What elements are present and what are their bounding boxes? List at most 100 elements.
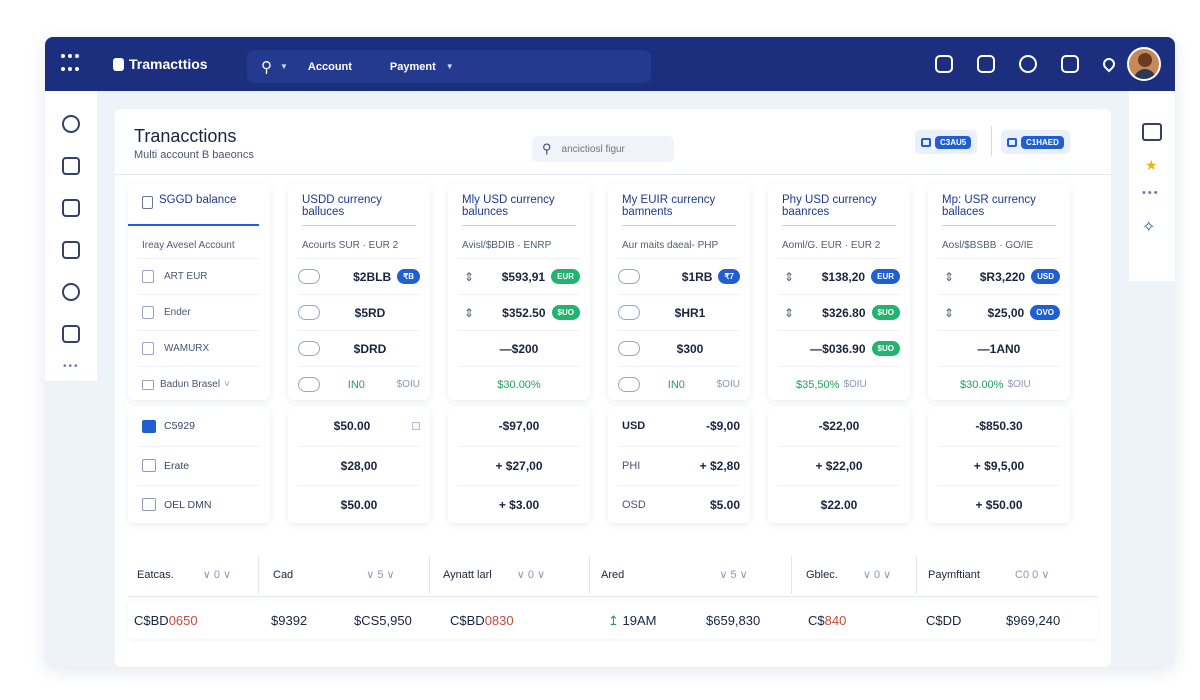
chart-icon[interactable] [62,199,80,217]
list-item[interactable]: $DRD [298,330,420,366]
balance-column[interactable]: Mp: USR currency ballaces Aosl/$BSBB · G… [928,184,1070,400]
list-item[interactable]: IN0 $OIU [298,366,420,402]
camera-icon[interactable] [62,241,80,259]
table-row[interactable]: C$BD0650 $9392 $CS5,950 C$BD0830 ↥ 19AM … [128,601,1098,639]
currency-chip[interactable]: $UO [871,305,900,320]
list-item[interactable]: + $3.00 [458,485,580,523]
balance-column[interactable]: Phy USD currency baanrces Aoml/G. EUR · … [768,184,910,400]
list-item[interactable]: —$200 [458,330,580,366]
currency-chip[interactable]: ₹B [397,269,420,284]
lock-icon[interactable] [977,55,995,73]
list-item[interactable]: + $27,00 [458,446,580,484]
list-item[interactable]: WAMURX [138,330,260,366]
list-item[interactable]: -$22,00 [778,407,900,445]
list-item[interactable]: $2BLB ₹B [298,258,420,294]
header-button-b[interactable]: C1HAED [1001,130,1070,154]
list-item[interactable]: —$036.90 $UO [778,330,900,366]
list-item[interactable]: $22.00 [778,485,900,523]
list-item[interactable]: $HR1 [618,294,740,330]
currency-select[interactable]: $OIU [843,379,866,390]
currency-chip[interactable]: $UO [871,341,900,356]
balance-column[interactable]: My EUIR currency bamnents Aur maits daea… [608,184,750,400]
checkbox[interactable] [411,422,420,430]
sort-controls[interactable]: ∨ 0 ∨ [863,569,891,581]
list-item[interactable]: Erate [138,446,260,484]
list-item[interactable]: $300 [618,330,740,366]
list-item[interactable]: ⇕ $326.80 $UO [778,294,900,330]
calculator-icon[interactable] [62,325,80,343]
bell-icon[interactable] [62,283,80,301]
list-item[interactable]: + $50.00 [938,485,1060,523]
list-item[interactable]: $28,00 [298,446,420,484]
list-item[interactable]: $35,50% $OIU [778,366,900,402]
list-item[interactable]: ⇕ $25,00 OVO [938,294,1060,330]
list-item[interactable]: —1AN0 [938,330,1060,366]
content-search-input[interactable] [561,143,662,155]
list-item[interactable]: ART EUR [138,258,260,294]
currency-select[interactable]: $OIU [717,379,740,390]
chevron-down-icon[interactable]: ˅ [224,379,230,390]
currency-chip[interactable]: EUR [551,269,580,284]
list-item[interactable]: -$850.30 [938,407,1060,445]
wallet-icon[interactable] [935,55,953,73]
currency-chip[interactable]: $UO [551,305,580,320]
currency-chip[interactable]: OVO [1030,305,1060,320]
sort-controls[interactable]: C0 0 ∨ [1015,569,1049,581]
list-item[interactable]: IN0 $OIU [618,366,740,402]
star-icon[interactable]: ★ [1145,157,1158,174]
currency-chip[interactable]: EUR [871,269,900,284]
app-brand[interactable]: Tramacttios [113,56,208,72]
list-item[interactable]: $5RD [298,294,420,330]
list-item[interactable]: ⇕ $138,20 EUR [778,258,900,294]
list-item[interactable]: ⇕ $352.50 $UO [458,294,580,330]
sort-controls[interactable]: ∨ 0 ∨ [517,569,545,581]
balance-column[interactable]: USDD currency balluces Acourts SUR · EUR… [288,184,430,400]
calendar-icon[interactable] [62,157,80,175]
currency-select[interactable]: $OIU [397,379,420,390]
payment-dropdown-icon[interactable]: ▼ [446,62,454,71]
currency-chip[interactable]: USD [1031,269,1060,284]
document-icon[interactable] [1061,55,1079,73]
list-item[interactable]: Ender [138,294,260,330]
notification-icon[interactable] [1100,55,1118,73]
sparkle-icon[interactable]: ✧ [1142,217,1155,237]
apps-grid-icon[interactable] [61,54,83,76]
summary-card[interactable]: -$97,00 + $27,00 + $3.00 [448,407,590,523]
list-item[interactable]: PHI + $2,80 [618,446,740,484]
balance-column[interactable]: Mly USD currency balunces Avisl/$BDIB · … [448,184,590,400]
summary-card[interactable]: USD -$9,00 PHI + $2,80 OSD $5.00 [608,407,750,523]
list-item[interactable]: $30.00% $OIU [938,366,1060,402]
sort-controls[interactable]: ∨ 0 ∨ [203,569,231,581]
header-button-a[interactable]: C3AU5 [915,130,978,154]
balance-column[interactable]: SGGD balance Ireay Avesel Account ART EU… [128,184,270,400]
column-header[interactable]: Ared ∨ 5 ∨ [601,568,748,582]
list-item[interactable]: $30.00% [458,366,580,402]
list-item[interactable]: OEL DMN [138,485,260,523]
column-header[interactable]: Paymftiant C0 0 ∨ [928,568,1049,582]
summary-card[interactable]: $50.00 $28,00 $50.00 [288,407,430,523]
column-header[interactable]: Gblec. ∨ 0 ∨ [806,568,891,582]
search-icon[interactable]: ⚲ [261,58,272,76]
currency-select[interactable]: $OIU [1007,379,1030,390]
more-icon[interactable]: ••• [1142,187,1160,199]
currency-chip[interactable]: ₹7 [718,269,740,284]
summary-card[interactable]: -$850.30 + $9,5,00 + $50.00 [928,407,1070,523]
sort-controls[interactable]: ∨ 5 ∨ [719,569,747,581]
content-search[interactable]: ⚲ [532,136,674,162]
list-item[interactable]: $50.00 [298,485,420,523]
list-item[interactable]: ⇕ $R3,220 USD [938,258,1060,294]
global-search[interactable]: ⚲ ▼ Account Payment ▼ [247,50,651,83]
column-header[interactable]: Aynatt larl ∨ 0 ∨ [443,568,545,582]
list-item[interactable]: OSD $5.00 [618,485,740,523]
list-item[interactable]: ⇕ $593,91 EUR [458,258,580,294]
list-item[interactable]: + $22,00 [778,446,900,484]
summary-card[interactable]: C5929 Erate OEL DMN [128,407,270,523]
list-item[interactable]: USD -$9,00 [618,407,740,445]
more-icon[interactable]: ••• [63,361,80,372]
settings-icon[interactable] [1019,55,1037,73]
list-item[interactable]: $1RB ₹7 [618,258,740,294]
column-header[interactable]: Eatcas. ∨ 0 ∨ [137,568,231,582]
list-item[interactable]: + $9,5,00 [938,446,1060,484]
globe-icon[interactable] [62,115,80,133]
avatar[interactable] [1127,47,1161,81]
